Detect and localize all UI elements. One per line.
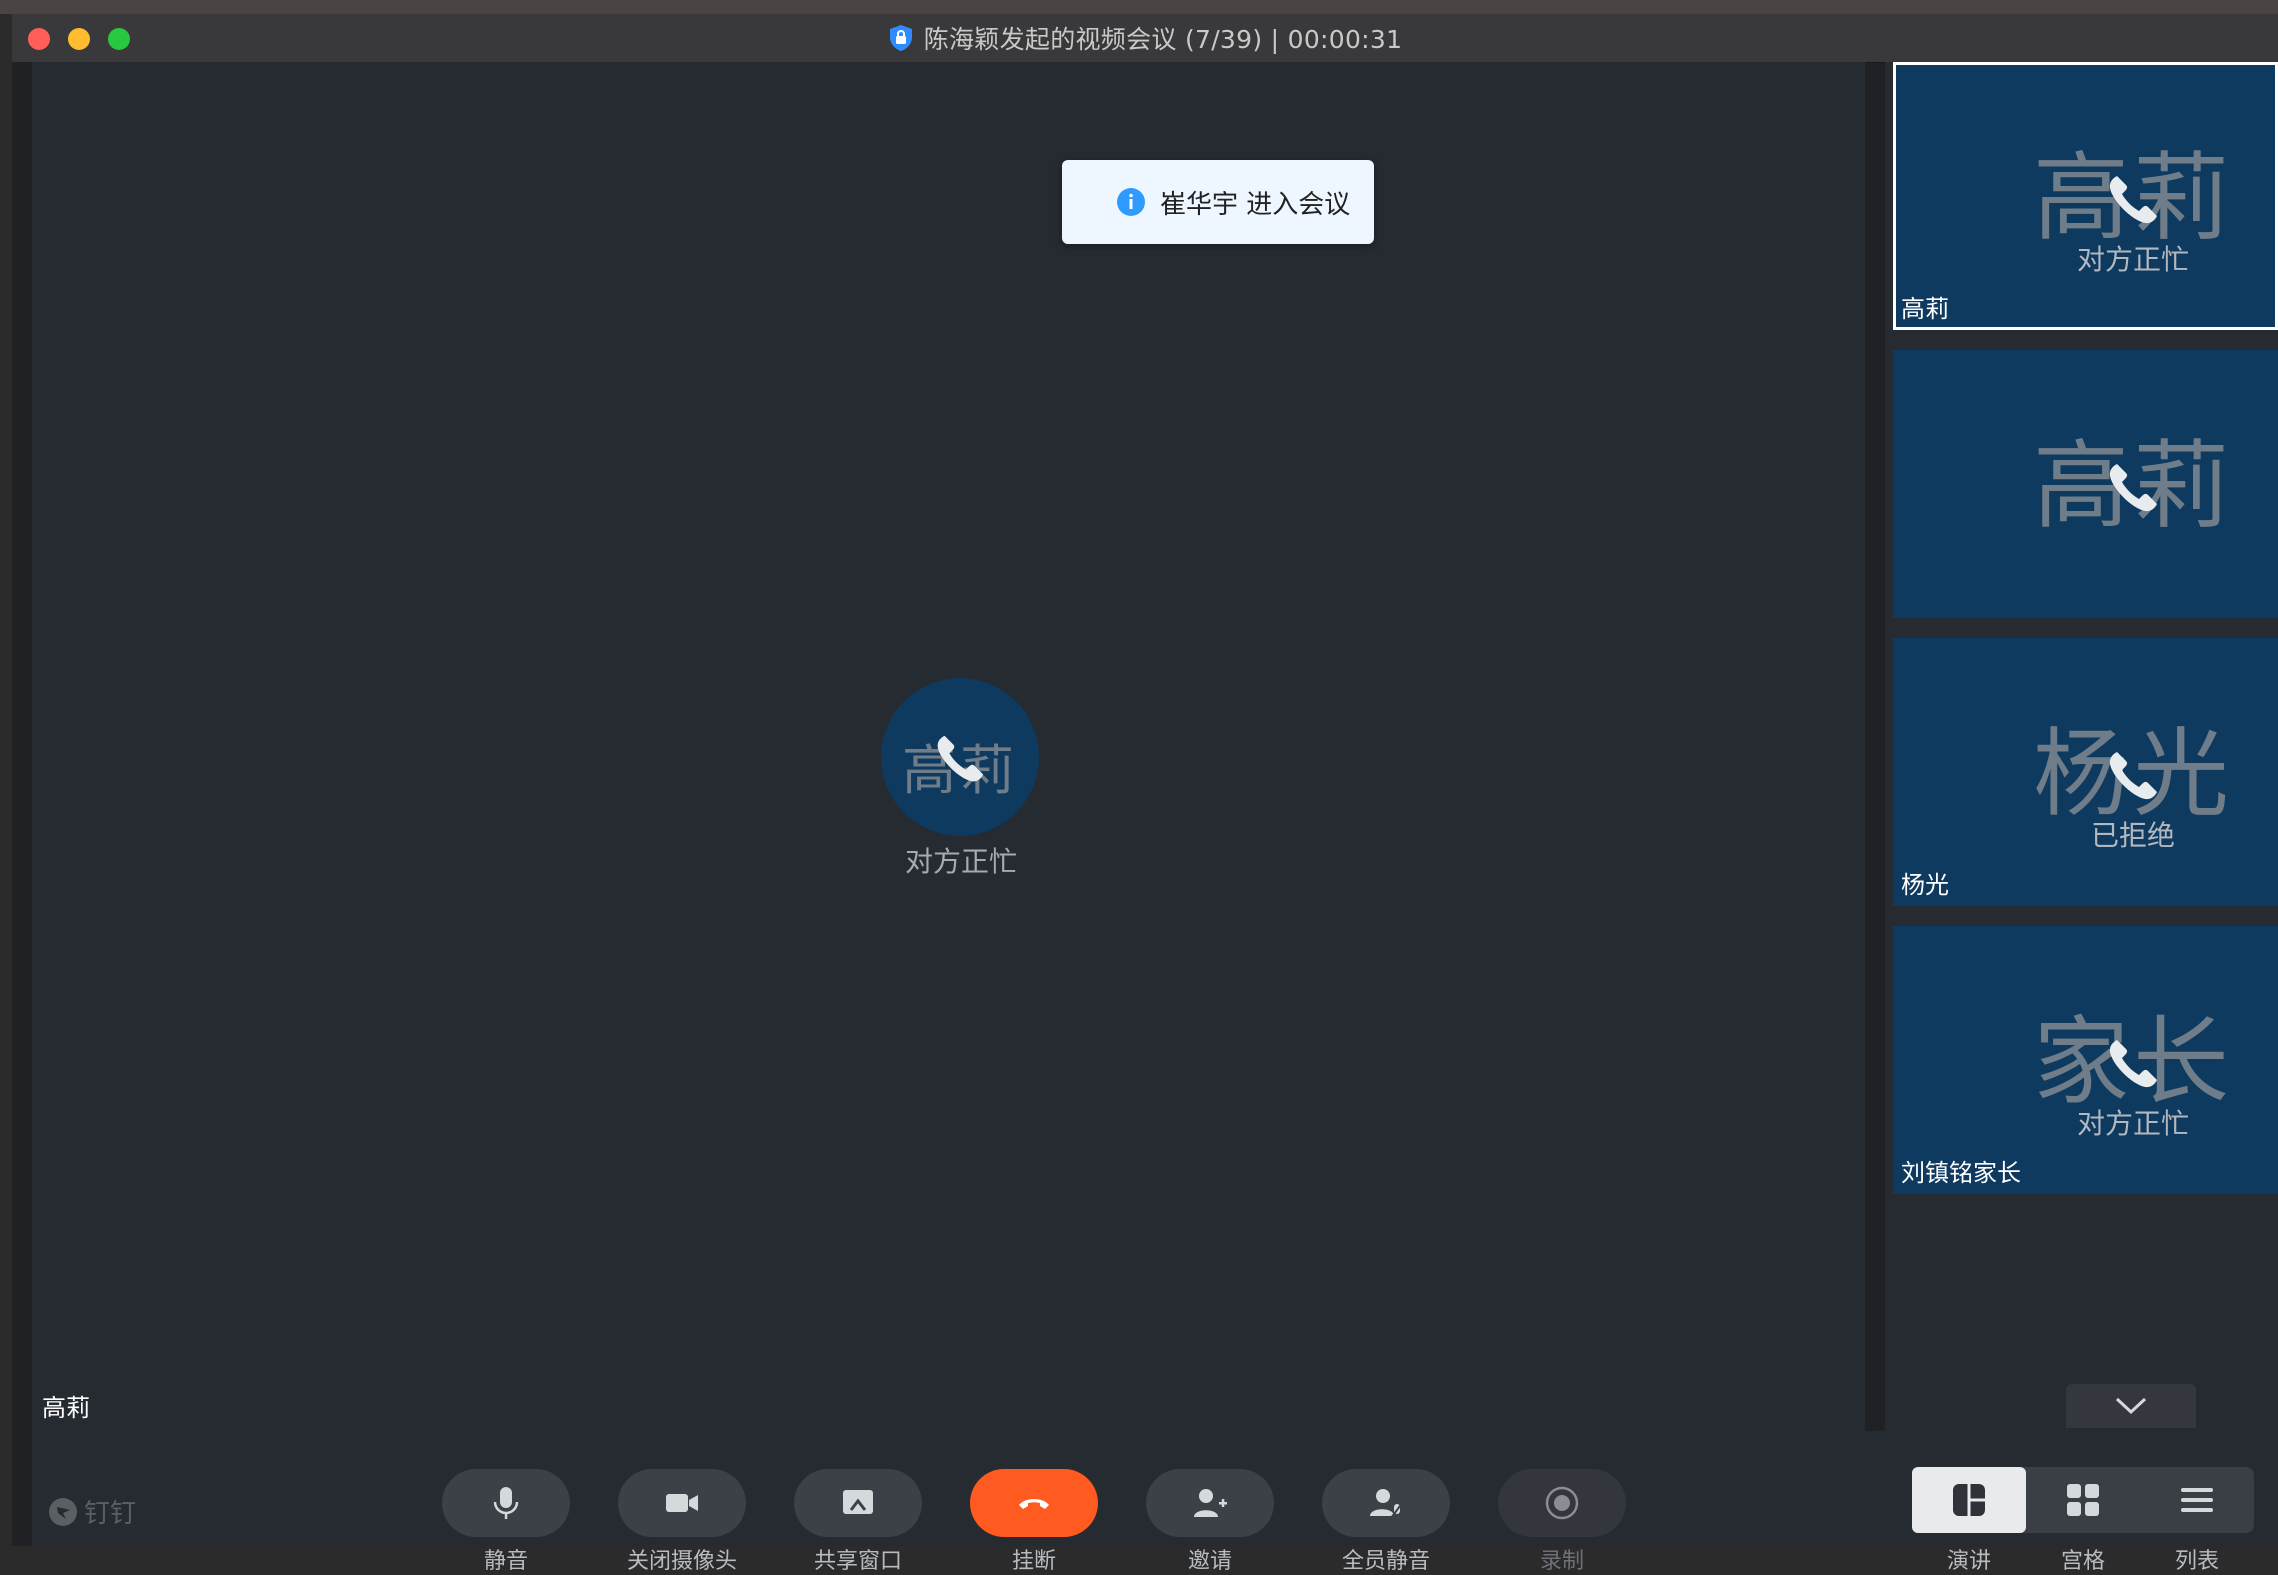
mute-label: 静音 <box>483 1549 528 1574</box>
main-video-stage[interactable]: 崔华宇 进入会议 高莉 对方正忙 高莉 <box>32 62 1865 1431</box>
dingtalk-icon <box>49 1497 77 1526</box>
info-icon <box>1117 188 1145 216</box>
share-window-button[interactable] <box>794 1469 922 1537</box>
participant-tile[interactable]: 家长 对方正忙 刘镇铭家长 <box>1893 926 2278 1194</box>
hangup-icon <box>1019 1499 1049 1509</box>
layout-list-button[interactable] <box>2140 1467 2254 1533</box>
title-bar[interactable]: 陈海颖发起的视频会议 (7/39) | 00:00:31 <box>12 14 2278 63</box>
tile-name: 刘镇铭家长 <box>1901 1159 2021 1187</box>
invite-button[interactable] <box>1146 1469 1274 1537</box>
phone-icon <box>937 735 984 782</box>
lock-shield-icon <box>889 25 912 51</box>
control-toolbar: 钉钉 静音 关闭摄像头 共享窗口 挂断 邀请 全员静音 录制 演讲 宫格 列表 <box>32 1431 2278 1574</box>
main-participant-name: 高莉 <box>42 1394 90 1422</box>
layout-grid-label: 宫格 <box>2060 1549 2105 1574</box>
main-participant-avatar: 高莉 <box>881 678 1039 836</box>
layout-speaker-button[interactable] <box>1912 1467 2026 1533</box>
add-user-icon <box>1194 1489 1227 1517</box>
mute-all-icon <box>1370 1489 1404 1519</box>
mute-all-label: 全员静音 <box>1341 1549 1430 1574</box>
microphone-icon <box>493 1487 519 1519</box>
toast-message: 崔华宇 进入会议 <box>1160 189 1351 220</box>
participant-tile[interactable]: 高莉 <box>1893 350 2278 618</box>
tile-status: 已拒绝 <box>2090 819 2175 852</box>
join-notification-toast: 崔华宇 进入会议 <box>1062 160 1374 244</box>
meeting-window: 陈海颖发起的视频会议 (7/39) | 00:00:31 崔华宇 进入会议 高莉… <box>12 14 2278 1574</box>
title-container: 陈海颖发起的视频会议 (7/39) | 00:00:31 <box>12 14 2278 62</box>
tile-name: 杨光 <box>1901 871 1949 899</box>
macos-menubar <box>0 0 2278 14</box>
phone-icon <box>2109 752 2157 800</box>
window-title: 陈海颖发起的视频会议 (7/39) | 00:00:31 <box>923 25 1403 54</box>
layout-grid-button[interactable] <box>2026 1467 2140 1533</box>
participant-tile[interactable]: 高莉 对方正忙 高莉 <box>1893 62 2278 330</box>
camera-off-label: 关闭摄像头 <box>626 1549 737 1574</box>
invite-label: 邀请 <box>1187 1549 1232 1574</box>
grid-layout-icon <box>2067 1484 2099 1516</box>
mute-all-button[interactable] <box>1322 1469 1450 1537</box>
camera-off-button[interactable] <box>618 1469 746 1537</box>
layout-list-label: 列表 <box>2174 1549 2219 1574</box>
phone-icon <box>2109 464 2157 512</box>
record-icon <box>1545 1486 1579 1520</box>
dingtalk-logo: 钉钉 <box>48 1493 136 1530</box>
tile-name: 高莉 <box>1901 295 1949 323</box>
tile-status: 对方正忙 <box>2076 1107 2189 1140</box>
scroll-down-button[interactable] <box>2066 1384 2196 1428</box>
hangup-label: 挂断 <box>1011 1549 1056 1574</box>
record-button[interactable] <box>1498 1469 1626 1537</box>
layout-speaker-label: 演讲 <box>1946 1549 1991 1574</box>
mute-button[interactable] <box>442 1469 570 1537</box>
share-screen-icon <box>843 1490 873 1514</box>
layout-switcher <box>1912 1467 2254 1533</box>
phone-icon <box>2109 1040 2157 1088</box>
participant-tile[interactable]: 杨光 已拒绝 杨光 <box>1893 638 2278 906</box>
record-label: 录制 <box>1539 1549 1584 1574</box>
participant-sidebar[interactable]: 高莉 对方正忙 高莉 高莉 杨光 已拒绝 杨光 家长 对方正忙 刘镇铭家长 <box>1885 62 2278 1431</box>
camera-icon <box>666 1494 698 1512</box>
chevron-down-icon <box>2115 1397 2147 1415</box>
speaker-layout-icon <box>1953 1484 1985 1516</box>
hangup-button[interactable] <box>970 1469 1098 1537</box>
logo-text: 钉钉 <box>84 1499 137 1529</box>
share-window-label: 共享窗口 <box>813 1549 902 1574</box>
tile-status: 对方正忙 <box>2076 243 2189 276</box>
main-participant-status: 对方正忙 <box>904 845 1017 878</box>
left-edge <box>12 62 32 1546</box>
phone-icon <box>2109 176 2157 224</box>
list-layout-icon <box>2181 1488 2213 1512</box>
